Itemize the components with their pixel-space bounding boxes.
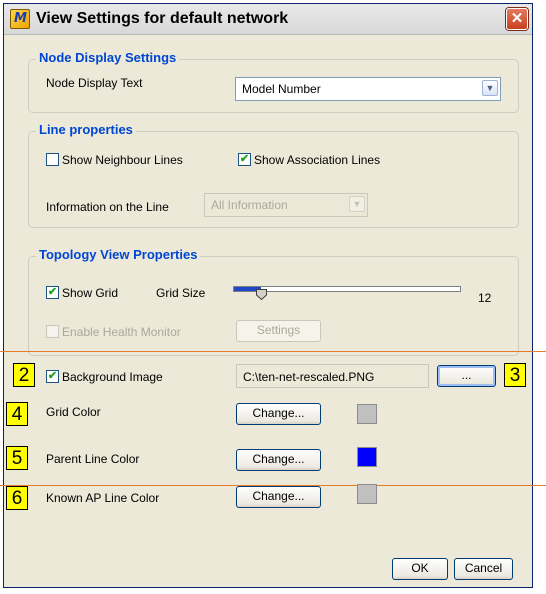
title-bar: M View Settings for default network ✕ xyxy=(4,4,532,35)
callout-2: 2 xyxy=(13,363,35,387)
topology-view-legend: Topology View Properties xyxy=(36,247,201,262)
grid-size-label: Grid Size xyxy=(156,286,206,300)
grid-color-label: Grid Color xyxy=(46,405,101,419)
grid-size-value: 12 xyxy=(478,291,492,305)
show-association-lines-checkbox[interactable]: ✔ xyxy=(238,153,251,166)
chevron-down-icon[interactable]: ▼ xyxy=(482,80,498,96)
checkmark-icon: ✔ xyxy=(47,286,58,298)
checkmark-icon: ✔ xyxy=(239,153,250,165)
grid-color-change-button[interactable]: Change... xyxy=(236,403,321,425)
highlight-line-top xyxy=(0,351,546,352)
callout-4: 4 xyxy=(6,402,28,426)
app-icon: M xyxy=(10,9,30,29)
known-ap-line-color-label: Known AP Line Color xyxy=(46,491,160,505)
cancel-button[interactable]: Cancel xyxy=(454,558,513,580)
show-neighbour-lines-label: Show Neighbour Lines xyxy=(62,153,183,167)
show-grid-checkbox[interactable]: ✔ xyxy=(46,286,59,299)
dialog-title: View Settings for default network xyxy=(36,10,289,27)
known-ap-line-color-change-button[interactable]: Change... xyxy=(236,486,321,508)
chevron-down-icon[interactable]: ▼ xyxy=(349,196,365,212)
parent-line-color-swatch xyxy=(357,447,377,467)
callout-3: 3 xyxy=(504,363,526,387)
background-image-path: C:\ten-net-rescaled.PNG xyxy=(243,370,375,384)
background-image-checkbox[interactable]: ✔ xyxy=(46,370,59,383)
show-grid-label: Show Grid xyxy=(62,286,119,300)
information-on-line-select[interactable]: All Information ▼ xyxy=(204,193,368,217)
background-image-label: Background Image xyxy=(62,370,163,384)
checkmark-icon: ✔ xyxy=(47,370,58,382)
callout-6: 6 xyxy=(6,486,28,510)
enable-health-monitor-checkbox[interactable] xyxy=(46,325,59,338)
enable-health-monitor-label: Enable Health Monitor xyxy=(62,325,181,339)
node-display-text-label: Node Display Text xyxy=(46,76,143,90)
callout-5: 5 xyxy=(6,446,28,470)
background-image-path-field[interactable]: C:\ten-net-rescaled.PNG xyxy=(236,364,429,388)
show-association-lines-label: Show Association Lines xyxy=(254,153,381,167)
node-display-legend: Node Display Settings xyxy=(36,50,180,65)
grid-size-slider-thumb[interactable] xyxy=(256,289,267,300)
grid-color-swatch xyxy=(357,404,377,424)
line-properties-legend: Line properties xyxy=(36,122,136,137)
grid-size-slider-track[interactable] xyxy=(233,286,461,292)
ok-button[interactable]: OK xyxy=(392,558,448,580)
browse-button[interactable]: ... xyxy=(437,365,496,387)
parent-line-color-change-button[interactable]: Change... xyxy=(236,449,321,471)
known-ap-line-color-swatch xyxy=(357,484,377,504)
close-button[interactable]: ✕ xyxy=(506,8,528,30)
node-display-text-select[interactable]: Model Number ▼ xyxy=(235,77,501,101)
node-display-selected-value: Model Number xyxy=(242,82,321,96)
settings-button[interactable]: Settings xyxy=(236,320,321,342)
parent-line-color-label: Parent Line Color xyxy=(46,452,140,466)
information-selected-value: All Information xyxy=(211,198,288,212)
show-neighbour-lines-checkbox[interactable] xyxy=(46,153,59,166)
information-on-line-label: Information on the Line xyxy=(46,200,169,214)
